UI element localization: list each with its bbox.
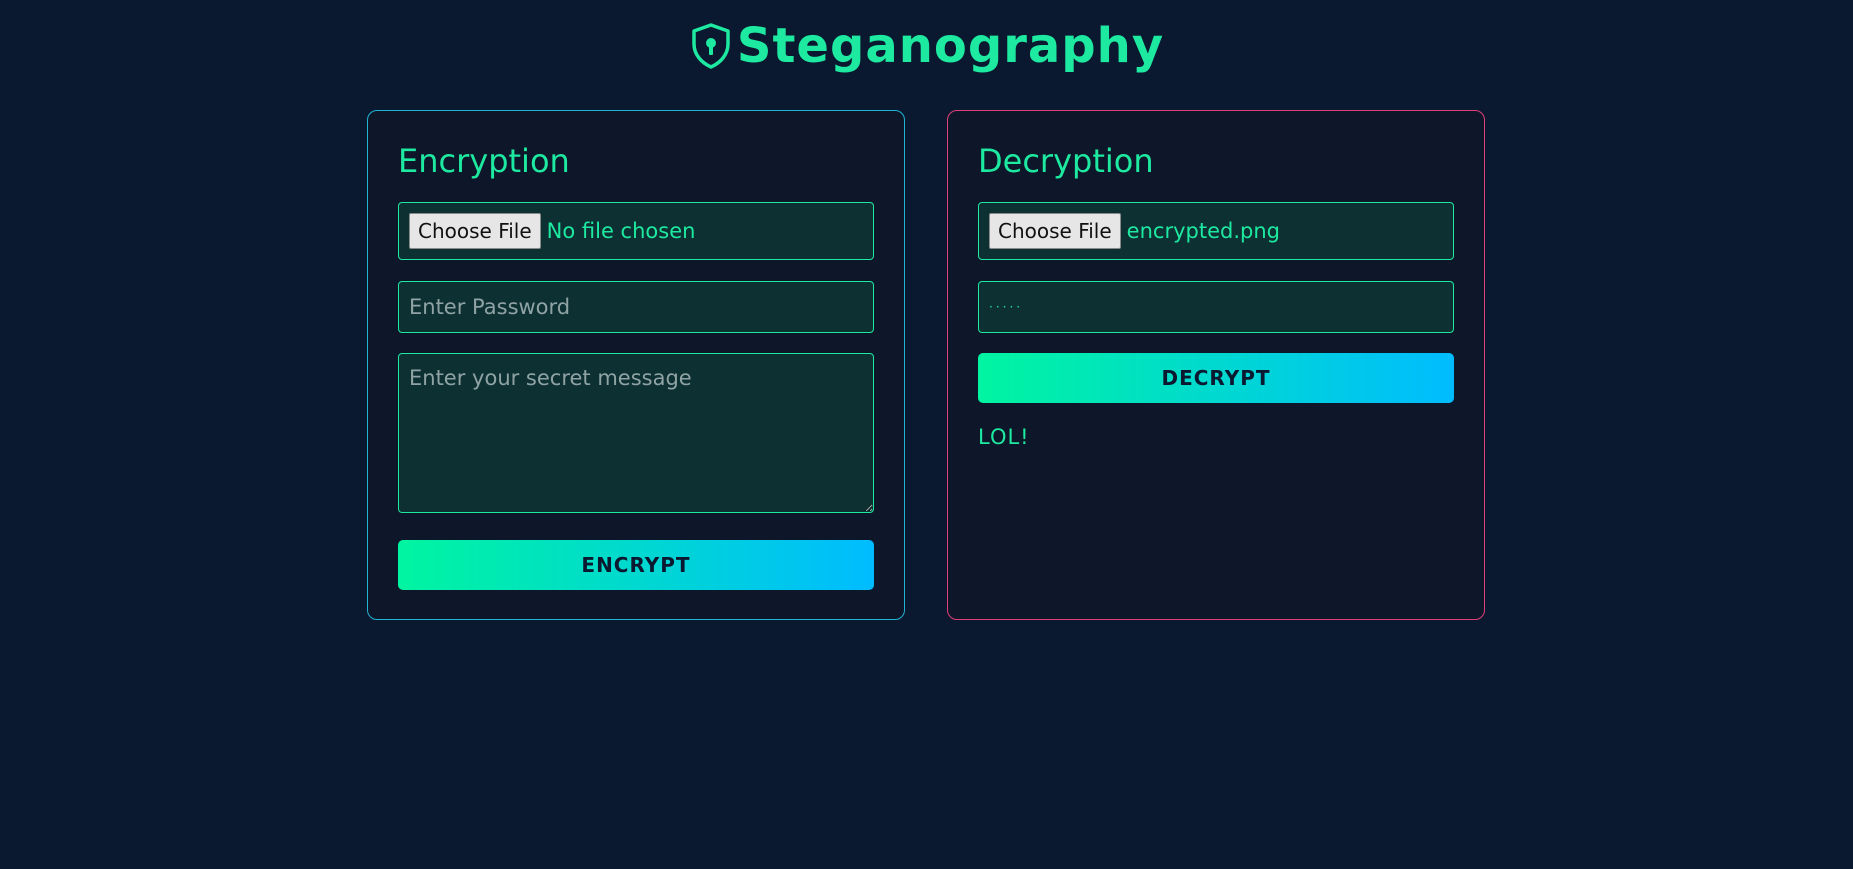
shield-keyhole-icon [689,22,733,70]
decryption-heading: Decryption [978,142,1154,180]
encryption-panel: Encryption Choose File No file chosen EN… [367,110,905,620]
decrypt-button[interactable]: DECRYPT [978,353,1454,403]
encryption-choose-file-button[interactable]: Choose File [409,213,541,249]
page-title: Steganography [736,18,1165,74]
decryption-panel: Decryption Choose File encrypted.png DEC… [947,110,1485,620]
encryption-heading: Encryption [398,142,570,180]
encryption-password-input[interactable] [398,281,874,333]
decryption-password-input[interactable] [978,281,1454,333]
decryption-file-input[interactable]: Choose File encrypted.png [978,202,1454,260]
encryption-file-input[interactable]: Choose File No file chosen [398,202,874,260]
encrypt-button[interactable]: ENCRYPT [398,540,874,590]
encryption-file-status: No file chosen [546,219,696,243]
decrypted-message: LOL! [978,425,1030,449]
secret-message-textarea[interactable] [398,353,874,513]
decryption-file-status: encrypted.png [1126,219,1280,243]
decryption-choose-file-button[interactable]: Choose File [989,213,1121,249]
page: Steganography Encryption Choose File No … [0,0,1853,869]
header: Steganography [0,20,1853,72]
